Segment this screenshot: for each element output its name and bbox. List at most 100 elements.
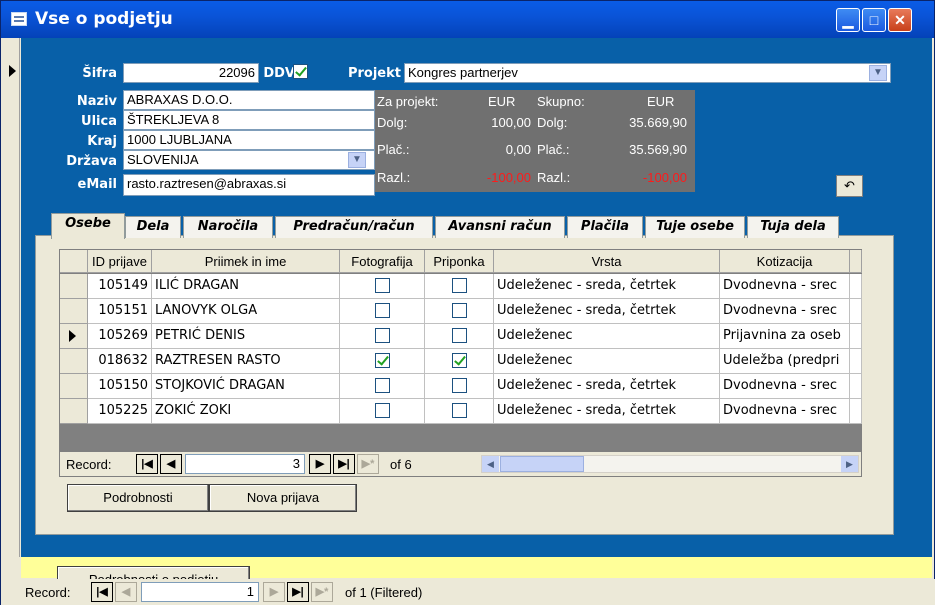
cell-kot[interactable]: Dvodnevna - srec [720, 399, 850, 424]
main-record-count: of 1 (Filtered) [345, 585, 423, 600]
cell-kot[interactable]: Udeležba (predpri [720, 349, 850, 374]
foto-checkbox[interactable] [374, 353, 390, 368]
foto-checkbox[interactable] [374, 378, 390, 393]
new-record-icon: ▶* [361, 458, 375, 470]
cell-vrsta[interactable]: Udeleženec [494, 324, 720, 349]
cell-foto [340, 274, 425, 299]
tab-osebe[interactable]: Osebe [51, 213, 125, 239]
cell-vrsta[interactable]: Udeleženec - sreda, četrtek [494, 274, 720, 299]
prip-checkbox[interactable] [451, 353, 467, 368]
cell-id[interactable]: 018632 [88, 349, 152, 374]
tab-avansni[interactable]: Avansni račun [435, 216, 565, 238]
sub-next-button[interactable]: ▶ [309, 454, 331, 474]
first-record-icon: |◀ [141, 458, 153, 470]
cell-vrsta[interactable]: Udeleženec [494, 349, 720, 374]
cell-name[interactable]: ILIĆ DRAGAN [152, 274, 340, 299]
projekt-combo[interactable]: Kongres partnerjev [404, 63, 891, 83]
foto-checkbox[interactable] [374, 278, 390, 293]
sub-prev-button[interactable]: ◀ [160, 454, 182, 474]
sifra-field[interactable]: 22096 [123, 63, 259, 83]
main-prev-button[interactable]: ◀ [115, 582, 137, 602]
row-selector[interactable] [60, 274, 88, 299]
minimize-button[interactable]: ▁ [836, 8, 860, 32]
header-id[interactable]: ID prijave [88, 250, 152, 273]
foto-checkbox[interactable] [374, 403, 390, 418]
cell-name[interactable]: STOJKOVIĆ DRAGAN [152, 374, 340, 399]
kraj-field[interactable]: 1000 LJUBLJANA [123, 130, 375, 150]
sub-record-number[interactable]: 3 [185, 454, 305, 474]
header-kotizacija[interactable]: Kotizacija [720, 250, 850, 273]
scroll-right-icon[interactable]: ▶ [841, 456, 858, 472]
main-next-button[interactable]: ▶ [263, 582, 285, 602]
tab-predracun[interactable]: Predračun/račun [275, 216, 433, 238]
cell-vrsta[interactable]: Udeleženec - sreda, četrtek [494, 374, 720, 399]
horizontal-scrollbar[interactable]: ◀ ▶ [481, 455, 859, 473]
sub-first-button[interactable]: |◀ [136, 454, 158, 474]
cell-name[interactable]: RAZTRESEN RASTO [152, 349, 340, 374]
cell-kot[interactable]: Dvodnevna - srec [720, 299, 850, 324]
projekt-dropdown-arrow-icon[interactable]: ▼ [869, 65, 887, 81]
prip-checkbox[interactable] [451, 328, 467, 343]
sub-record-label: Record: [66, 457, 112, 472]
prip-checkbox[interactable] [451, 378, 467, 393]
drzava-combo[interactable]: SLOVENIJA [123, 150, 375, 170]
next-record-icon: ▶ [315, 458, 325, 470]
email-field[interactable]: rasto.raztresen@abraxas.si [123, 174, 375, 196]
cell-kot[interactable]: Prijavnina za oseb [720, 324, 850, 349]
row-selector[interactable] [60, 324, 88, 349]
row-selector[interactable] [60, 349, 88, 374]
row-selector[interactable] [60, 399, 88, 424]
row-selector[interactable] [60, 374, 88, 399]
maximize-button[interactable]: □ [862, 8, 886, 32]
cell-kot[interactable]: Dvodnevna - srec [720, 274, 850, 299]
cell-id[interactable]: 105149 [88, 274, 152, 299]
undo-button[interactable]: ↶ [836, 175, 863, 197]
cell-kot[interactable]: Dvodnevna - srec [720, 374, 850, 399]
header-priponka[interactable]: Priponka [425, 250, 494, 273]
cell-id[interactable]: 105151 [88, 299, 152, 324]
cell-name[interactable]: LANOVYK OLGA [152, 299, 340, 324]
record-selector[interactable] [4, 38, 20, 557]
tab-placila[interactable]: Plačila [567, 216, 643, 238]
foto-checkbox[interactable] [374, 328, 390, 343]
tab-tuja-dela[interactable]: Tuja dela [747, 216, 839, 238]
scroll-left-icon[interactable]: ◀ [482, 456, 499, 472]
scroll-thumb[interactable] [500, 456, 584, 472]
foto-checkbox[interactable] [374, 303, 390, 318]
sub-new-button[interactable]: ▶* [357, 454, 379, 474]
nova-prijava-button[interactable]: Nova prijava [209, 484, 357, 512]
header-foto[interactable]: Fotografija [340, 250, 425, 273]
main-last-button[interactable]: ▶| [287, 582, 309, 602]
cell-id[interactable]: 105269 [88, 324, 152, 349]
razl-projekt-value: -100,00 [486, 170, 531, 185]
cell-name[interactable]: ZOKIĆ ZOKI [152, 399, 340, 424]
ulica-field[interactable]: ŠTREKLJEVA 8 [123, 110, 375, 130]
header-name[interactable]: Priimek in ime [152, 250, 340, 273]
row-selector[interactable] [60, 299, 88, 324]
tab-narocila[interactable]: Naročila [183, 216, 273, 238]
cell-vrsta[interactable]: Udeleženec - sreda, četrtek [494, 399, 720, 424]
cell-id[interactable]: 105225 [88, 399, 152, 424]
tab-dela[interactable]: Dela [125, 216, 181, 238]
prip-checkbox[interactable] [451, 278, 467, 293]
prip-checkbox[interactable] [451, 403, 467, 418]
cell-name[interactable]: PETRIĆ DENIS [152, 324, 340, 349]
title-bar: Vse o podjetju ▁ □ ✕ [1, 1, 934, 38]
header-vrsta[interactable]: Vrsta [494, 250, 720, 273]
cell-filler [850, 349, 862, 374]
tab-tuje-osebe[interactable]: Tuje osebe [645, 216, 745, 238]
close-button[interactable]: ✕ [888, 8, 912, 32]
grid-corner[interactable] [60, 250, 88, 273]
main-new-button[interactable]: ▶* [311, 582, 333, 602]
sub-last-button[interactable]: ▶| [333, 454, 355, 474]
main-first-button[interactable]: |◀ [91, 582, 113, 602]
ddv-checkbox[interactable] [293, 64, 308, 79]
cell-id[interactable]: 105150 [88, 374, 152, 399]
cell-vrsta[interactable]: Udeleženec - sreda, četrtek [494, 299, 720, 324]
drzava-dropdown-arrow-icon[interactable]: ▼ [348, 152, 366, 168]
prip-checkbox[interactable] [451, 303, 467, 318]
podrobnosti-button[interactable]: Podrobnosti [67, 484, 209, 512]
main-record-number[interactable]: 1 [141, 582, 259, 602]
naziv-field[interactable]: ABRAXAS D.O.O. [123, 90, 375, 110]
undo-icon: ↶ [844, 178, 855, 193]
